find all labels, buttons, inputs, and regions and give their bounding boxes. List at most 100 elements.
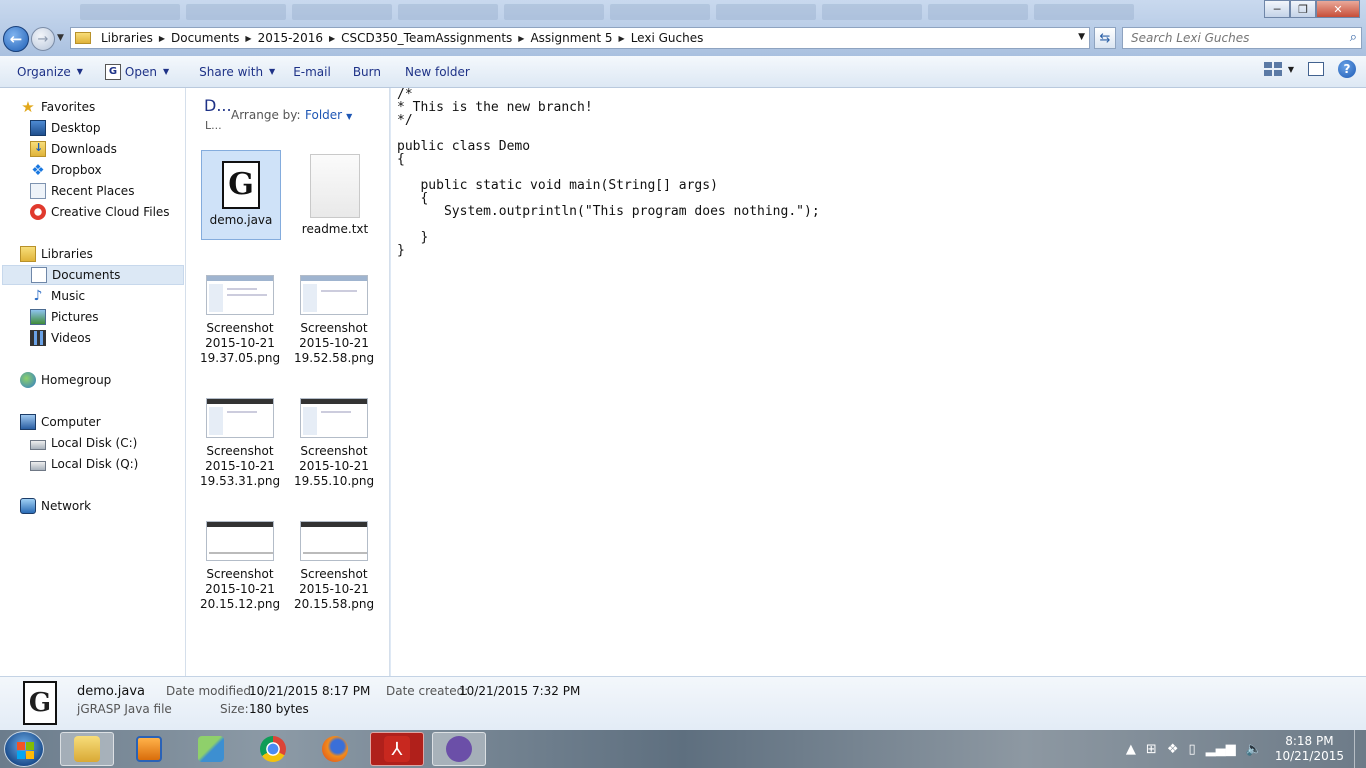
arrange-by-value: Folder bbox=[305, 108, 343, 122]
breadcrumb-separator-icon[interactable]: ▶ bbox=[516, 34, 526, 43]
documents-icon bbox=[31, 267, 47, 283]
file-item-screenshot[interactable]: Screenshot 2015-10-21 20.15.58.png bbox=[294, 519, 374, 612]
taskbar: ⅄ ▲ ⊞ ❖ ▯ ▂▄▆ 🔈 8:18 PM 10/21/2015 bbox=[0, 730, 1366, 768]
arrange-by-dropdown[interactable]: Folder ▼ bbox=[305, 108, 352, 122]
file-item-readme-txt[interactable]: readme.txt bbox=[295, 150, 375, 240]
nav-label: Videos bbox=[51, 331, 91, 345]
breadcrumb-separator-icon[interactable]: ▶ bbox=[617, 34, 627, 43]
organize-button[interactable]: Organize ▼ bbox=[8, 60, 92, 84]
breadcrumb-assignment-5[interactable]: Assignment 5 bbox=[526, 31, 616, 45]
homegroup-icon bbox=[20, 372, 36, 388]
file-item-screenshot[interactable]: Screenshot 2015-10-21 19.37.05.png bbox=[200, 273, 280, 366]
breadcrumb-documents[interactable]: Documents bbox=[167, 31, 243, 45]
taskbar-chrome[interactable] bbox=[246, 732, 300, 766]
show-desktop-button[interactable] bbox=[1354, 730, 1366, 768]
new-folder-button[interactable]: New folder bbox=[396, 60, 479, 84]
burn-button[interactable]: Burn bbox=[344, 60, 390, 84]
search-icon[interactable]: ⌕ bbox=[1350, 30, 1357, 45]
nav-downloads[interactable]: Downloads bbox=[30, 139, 117, 159]
clock-time: 8:18 PM bbox=[1285, 734, 1334, 748]
nav-desktop[interactable]: Desktop bbox=[30, 118, 101, 138]
nav-recent-places[interactable]: Recent Places bbox=[30, 181, 134, 201]
file-item-screenshot[interactable]: Screenshot 2015-10-21 20.15.12.png bbox=[200, 519, 280, 612]
address-bar[interactable]: Libraries ▶ Documents ▶ 2015-2016 ▶ CSCD350… bbox=[70, 27, 1090, 49]
jgrasp-file-icon: G bbox=[23, 681, 57, 725]
battery-icon[interactable]: ▯ bbox=[1188, 742, 1195, 757]
breadcrumb-lexi-guches[interactable]: Lexi Guches bbox=[627, 31, 708, 45]
taskbar-media-player[interactable] bbox=[122, 732, 176, 766]
file-item-screenshot[interactable]: Screenshot 2015-10-21 19.55.10.png bbox=[294, 396, 374, 489]
windows-flag-icon[interactable]: ⊞ bbox=[1146, 742, 1157, 757]
folder-icon bbox=[75, 32, 91, 44]
maximize-button[interactable]: ❐ bbox=[1290, 0, 1316, 18]
start-button[interactable] bbox=[4, 731, 44, 767]
nav-label: Local Disk (Q:) bbox=[51, 457, 139, 471]
image-thumbnail bbox=[206, 275, 274, 315]
taskbar-network-app[interactable] bbox=[184, 732, 238, 766]
refresh-button[interactable]: ⇆ bbox=[1094, 27, 1116, 49]
email-button[interactable]: E-mail bbox=[284, 60, 340, 84]
preview-pane[interactable]: /* * This is the new branch! */ public c… bbox=[391, 88, 1366, 676]
image-thumbnail bbox=[300, 521, 368, 561]
breadcrumb-team-assignments[interactable]: CSCD350_TeamAssignments bbox=[337, 31, 516, 45]
share-with-button[interactable]: Share with ▼ bbox=[190, 60, 284, 84]
detail-created-value[interactable]: 10/21/2015 7:32 PM bbox=[459, 684, 580, 698]
nav-creative-cloud[interactable]: Creative Cloud Files bbox=[30, 202, 170, 222]
nav-videos[interactable]: Videos bbox=[30, 328, 91, 348]
forward-button[interactable]: → bbox=[31, 27, 55, 51]
breadcrumb-separator-icon[interactable]: ▶ bbox=[327, 34, 337, 43]
file-name: Screenshot bbox=[300, 321, 368, 335]
breadcrumb-2015-2016[interactable]: 2015-2016 bbox=[254, 31, 327, 45]
detail-modified-value[interactable]: 10/21/2015 8:17 PM bbox=[249, 684, 370, 698]
nav-documents[interactable]: Documents bbox=[2, 265, 184, 285]
nav-label: Music bbox=[51, 289, 86, 303]
detail-modified-label: Date modified: bbox=[166, 684, 256, 698]
address-dropdown-icon[interactable]: ▼ bbox=[1078, 32, 1085, 42]
taskbar-firefox[interactable] bbox=[308, 732, 362, 766]
nav-dropbox[interactable]: ❖ Dropbox bbox=[30, 160, 101, 180]
taskbar-github[interactable] bbox=[432, 732, 486, 766]
chevron-down-icon[interactable]: ▼ bbox=[1288, 65, 1294, 74]
chevron-down-icon: ▼ bbox=[162, 67, 170, 76]
back-button[interactable]: ← bbox=[3, 26, 29, 52]
close-button[interactable]: ✕ bbox=[1316, 0, 1360, 18]
nav-libraries[interactable]: Libraries bbox=[20, 244, 93, 264]
file-name: Screenshot bbox=[300, 444, 368, 458]
open-button[interactable]: G Open ▼ bbox=[96, 60, 178, 84]
nav-pictures[interactable]: Pictures bbox=[30, 307, 99, 327]
breadcrumb-libraries[interactable]: Libraries bbox=[97, 31, 157, 45]
show-hidden-icons-icon[interactable]: ▲ bbox=[1126, 742, 1136, 757]
pictures-icon bbox=[30, 309, 46, 325]
nav-local-disk-q[interactable]: Local Disk (Q:) bbox=[30, 454, 138, 474]
nav-homegroup[interactable]: Homegroup bbox=[20, 370, 111, 390]
file-item-screenshot[interactable]: Screenshot 2015-10-21 19.53.31.png bbox=[200, 396, 280, 489]
minimize-button[interactable]: ─ bbox=[1264, 0, 1290, 18]
breadcrumb-separator-icon[interactable]: ▶ bbox=[157, 34, 167, 43]
text-file-icon bbox=[310, 154, 360, 218]
change-view-icon[interactable] bbox=[1263, 62, 1282, 76]
nav-local-disk-c[interactable]: Local Disk (C:) bbox=[30, 433, 137, 453]
volume-muted-icon[interactable]: 🔈 bbox=[1246, 742, 1262, 757]
search-input[interactable] bbox=[1123, 28, 1333, 48]
clock[interactable]: 8:18 PM 10/21/2015 bbox=[1275, 734, 1344, 764]
breadcrumb-separator-icon[interactable]: ▶ bbox=[243, 34, 253, 43]
signal-icon[interactable]: ▂▄▆ bbox=[1206, 742, 1236, 757]
music-icon: ♪ bbox=[33, 288, 43, 304]
file-name-line3: 19.53.31.png bbox=[200, 474, 281, 488]
nav-computer[interactable]: Computer bbox=[20, 412, 101, 432]
help-icon[interactable]: ? bbox=[1338, 60, 1356, 78]
dropbox-tray-icon[interactable]: ❖ bbox=[1167, 742, 1179, 757]
file-list-pane: D... L... Arrange by: Folder ▼ G demo.jav… bbox=[186, 88, 390, 676]
nav-favorites[interactable]: ★ Favorites bbox=[20, 97, 95, 117]
search-box[interactable]: ⌕ bbox=[1122, 27, 1362, 49]
file-item-screenshot[interactable]: Screenshot 2015-10-21 19.52.58.png bbox=[294, 273, 374, 366]
nav-label: Downloads bbox=[51, 142, 117, 156]
nav-music[interactable]: ♪ Music bbox=[30, 286, 86, 306]
nav-network[interactable]: Network bbox=[20, 496, 91, 516]
firefox-icon bbox=[322, 736, 348, 762]
file-item-demo-java[interactable]: G demo.java bbox=[201, 150, 281, 240]
taskbar-explorer[interactable] bbox=[60, 732, 114, 766]
preview-pane-icon[interactable] bbox=[1308, 62, 1324, 76]
taskbar-acrobat[interactable]: ⅄ bbox=[370, 732, 424, 766]
recent-pages-button[interactable]: ▼ bbox=[57, 33, 64, 43]
